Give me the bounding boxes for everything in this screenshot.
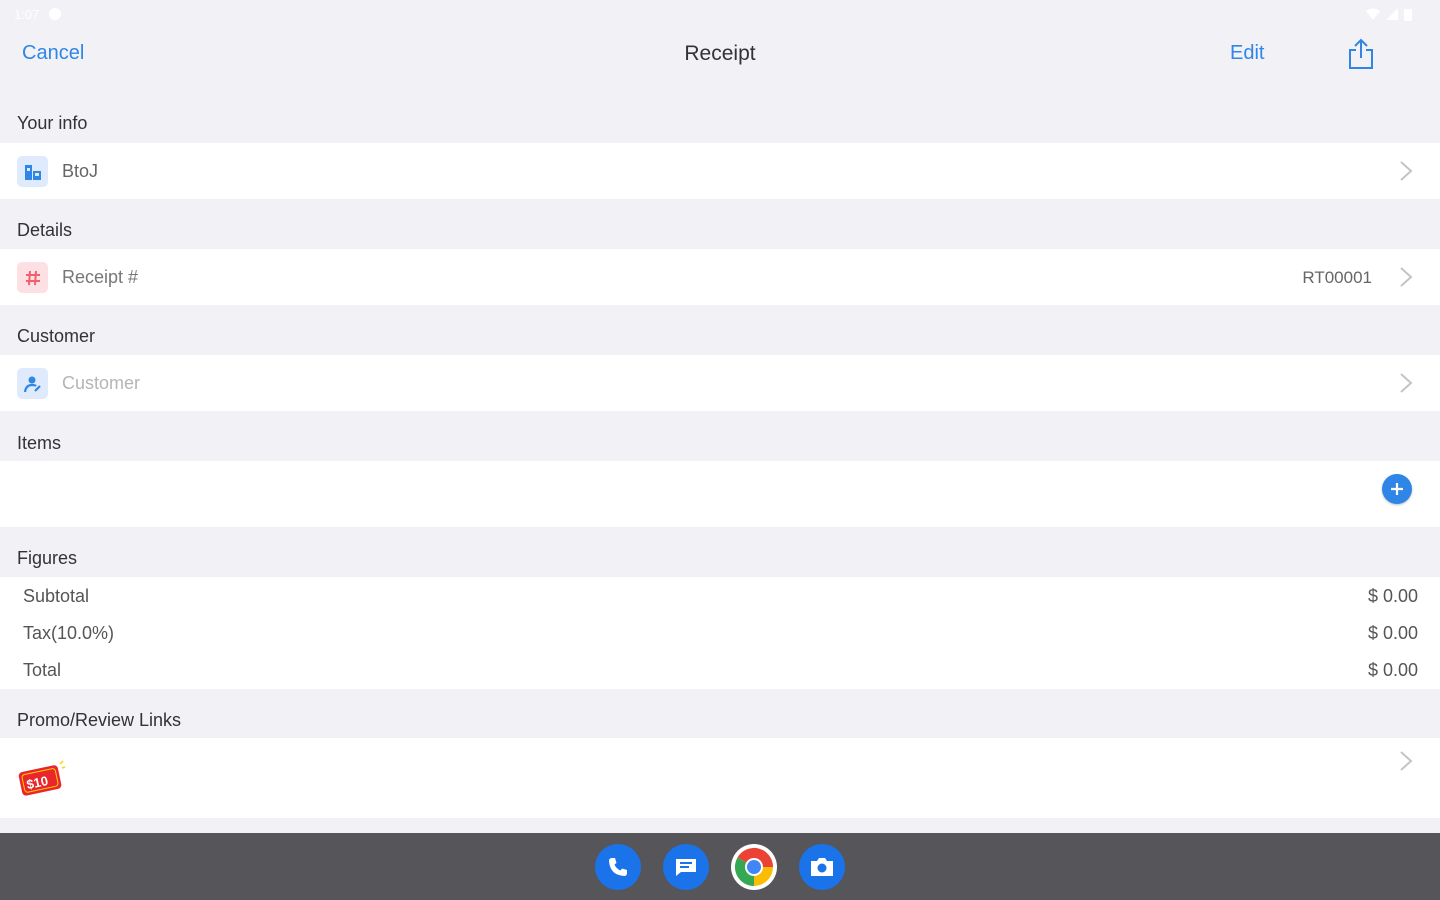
tax-label: Tax(10.0%) (23, 623, 115, 643)
chrome-icon[interactable] (731, 843, 777, 890)
phone-icon[interactable] (595, 843, 641, 890)
share-icon[interactable] (1346, 38, 1376, 70)
navigation-bar: Cancel Receipt Edit (0, 28, 1440, 84)
promo-coupon-icon: $10 (18, 760, 66, 800)
total-value: $ 0.00 (1367, 660, 1418, 680)
chevron-right-icon (1400, 751, 1413, 771)
business-name: BtoJ (62, 161, 99, 181)
total-label: Total (23, 660, 62, 680)
add-item-button[interactable] (1382, 474, 1412, 504)
signal-icon (1386, 8, 1398, 20)
figures-block: Subtotal $ 0.00 Tax(10.0%) $ 0.00 Total … (0, 577, 1440, 689)
camera-icon[interactable] (799, 843, 845, 890)
page-title: Receipt (684, 42, 756, 65)
status-left: 1:07 (14, 6, 62, 22)
section-header-your-info: Your info (17, 113, 88, 133)
battery-icon (1404, 8, 1412, 21)
section-header-promo: Promo/Review Links (17, 710, 182, 730)
subtotal-label: Subtotal (23, 586, 90, 606)
business-icon (17, 156, 48, 187)
status-bar: 1:07 (0, 0, 1440, 28)
chevron-right-icon (1400, 161, 1413, 181)
section-header-items: Items (17, 433, 62, 453)
plus-icon (1391, 483, 1403, 495)
chevron-right-icon (1400, 267, 1413, 287)
receipt-number-value: RT00001 (1302, 268, 1372, 287)
items-row (0, 461, 1440, 527)
section-header-customer: Customer (17, 326, 96, 346)
receipt-number-row[interactable]: Receipt # RT00001 (0, 249, 1440, 305)
customer-placeholder: Customer (62, 373, 141, 393)
wifi-icon (1366, 8, 1380, 20)
edit-button[interactable]: Edit (1230, 42, 1264, 65)
hash-icon (17, 262, 48, 293)
status-right (1366, 8, 1412, 21)
promo-row[interactable] (0, 738, 1440, 818)
section-header-figures: Figures (17, 548, 78, 568)
customer-row[interactable]: Customer (0, 355, 1440, 411)
customer-icon (17, 368, 48, 399)
subtotal-value: $ 0.00 (1367, 586, 1418, 606)
status-time: 1:07 (14, 6, 40, 22)
chevron-right-icon (1400, 373, 1413, 393)
section-header-details: Details (17, 220, 73, 240)
messages-icon[interactable] (663, 843, 709, 890)
tax-value: $ 0.00 (1367, 623, 1418, 643)
app-dock (0, 833, 1440, 900)
your-info-row[interactable]: BtoJ (0, 143, 1440, 199)
receipt-number-label: Receipt # (62, 267, 139, 287)
notification-dot-icon (49, 8, 62, 20)
